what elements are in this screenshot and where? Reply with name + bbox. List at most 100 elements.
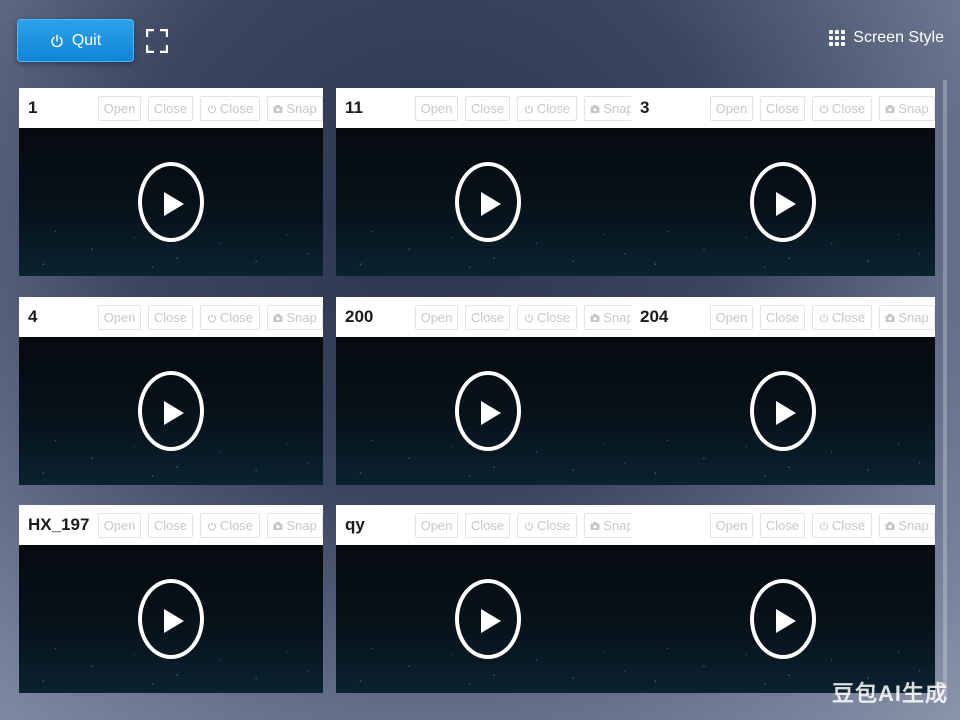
tile-name: 1: [28, 98, 38, 117]
tile-buttons: Open Close Close Snap: [98, 305, 323, 330]
grid-icon: [829, 30, 846, 46]
play-button[interactable]: [455, 162, 521, 242]
tile-header: qy Open Close Close Snap: [336, 505, 640, 545]
quit-button[interactable]: Quit: [17, 19, 134, 62]
close-label: Close: [153, 310, 188, 325]
open-label: Open: [420, 101, 453, 116]
video-area[interactable]: [19, 128, 323, 276]
tile-name: 11: [345, 98, 363, 117]
open-button[interactable]: Open: [415, 96, 458, 121]
close-label: Close: [765, 518, 800, 533]
camera-icon: [590, 521, 600, 530]
video-tile: qy Open Close Close Snap: [336, 505, 640, 697]
open-label: Open: [715, 101, 748, 116]
snap-label: Snap: [286, 310, 317, 325]
snap-label: Snap: [286, 101, 317, 116]
tile-name: 204: [640, 307, 669, 326]
open-button[interactable]: Open: [710, 513, 753, 538]
snap-button[interactable]: Snap: [879, 513, 935, 538]
open-button[interactable]: Open: [98, 96, 141, 121]
close-button[interactable]: Close: [760, 305, 805, 330]
play-button[interactable]: [750, 162, 816, 242]
screen-style-button[interactable]: Screen Style: [829, 27, 944, 49]
open-button[interactable]: Open: [710, 305, 753, 330]
open-button[interactable]: Open: [98, 305, 141, 330]
power-close-button[interactable]: Close: [517, 96, 577, 121]
power-close-button[interactable]: Close: [517, 513, 577, 538]
play-icon: [481, 401, 501, 425]
open-button[interactable]: Open: [415, 305, 458, 330]
close-button[interactable]: Close: [760, 513, 805, 538]
video-tile: 3 Open Close Close Snap: [631, 88, 935, 280]
close-label: Close: [765, 101, 800, 116]
video-area[interactable]: [631, 128, 935, 276]
video-tile: 1 Open Close Close Snap: [19, 88, 323, 280]
play-button[interactable]: [455, 371, 521, 451]
power-icon: [524, 521, 533, 530]
snap-button[interactable]: Snap: [267, 96, 323, 121]
power-close-label: Close: [219, 101, 254, 116]
camera-icon: [885, 104, 895, 113]
power-close-label: Close: [831, 310, 866, 325]
power-close-button[interactable]: Close: [517, 305, 577, 330]
fullscreen-icon[interactable]: [145, 28, 169, 54]
power-close-button[interactable]: Close: [200, 305, 260, 330]
power-close-label: Close: [831, 518, 866, 533]
snap-button[interactable]: Snap: [267, 513, 323, 538]
close-button[interactable]: Close: [760, 96, 805, 121]
power-close-button[interactable]: Close: [812, 96, 872, 121]
snap-button[interactable]: Snap: [267, 305, 323, 330]
tile-name: 3: [640, 98, 650, 117]
power-icon: [207, 313, 216, 322]
power-icon: [819, 521, 828, 530]
open-button[interactable]: Open: [710, 96, 753, 121]
tile-header: 1 Open Close Close Snap: [19, 88, 323, 128]
power-icon: [819, 313, 828, 322]
power-close-label: Close: [219, 518, 254, 533]
play-button[interactable]: [138, 162, 204, 242]
snap-button[interactable]: Snap: [879, 96, 935, 121]
close-label: Close: [153, 518, 188, 533]
tile-header: HX_197 Open Close Close Snap: [19, 505, 323, 545]
power-close-button[interactable]: Close: [812, 305, 872, 330]
close-label: Close: [765, 310, 800, 325]
close-button[interactable]: Close: [148, 513, 193, 538]
close-button[interactable]: Close: [465, 96, 510, 121]
tile-buttons: Open Close Close Snap: [415, 305, 640, 330]
close-button[interactable]: Close: [465, 305, 510, 330]
video-area[interactable]: [19, 337, 323, 485]
play-button[interactable]: [138, 371, 204, 451]
power-icon: [207, 104, 216, 113]
power-close-button[interactable]: Close: [200, 96, 260, 121]
tile-buttons: Open Close Close Snap: [415, 96, 640, 121]
power-close-button[interactable]: Close: [812, 513, 872, 538]
play-button[interactable]: [138, 579, 204, 659]
quit-label: Quit: [71, 31, 102, 49]
video-area[interactable]: [631, 337, 935, 485]
power-close-button[interactable]: Close: [200, 513, 260, 538]
watermark: 豆包AI生成: [831, 681, 948, 706]
play-icon: [164, 401, 184, 425]
play-button[interactable]: [750, 371, 816, 451]
play-button[interactable]: [750, 579, 816, 659]
close-label: Close: [470, 518, 505, 533]
video-area[interactable]: [336, 128, 640, 276]
close-button[interactable]: Close: [148, 305, 193, 330]
video-area[interactable]: [336, 337, 640, 485]
video-area[interactable]: [336, 545, 640, 693]
power-icon: [524, 313, 533, 322]
scrollbar[interactable]: [943, 80, 947, 700]
tile-name: qy: [345, 515, 365, 534]
video-area[interactable]: [631, 545, 935, 693]
open-button[interactable]: Open: [415, 513, 458, 538]
snap-button[interactable]: Snap: [879, 305, 935, 330]
close-button[interactable]: Close: [465, 513, 510, 538]
play-icon: [776, 192, 796, 216]
tile-name: 4: [28, 307, 38, 326]
close-button[interactable]: Close: [148, 96, 193, 121]
open-label: Open: [715, 310, 748, 325]
play-button[interactable]: [455, 579, 521, 659]
close-label: Close: [470, 101, 505, 116]
video-area[interactable]: [19, 545, 323, 693]
open-button[interactable]: Open: [98, 513, 141, 538]
